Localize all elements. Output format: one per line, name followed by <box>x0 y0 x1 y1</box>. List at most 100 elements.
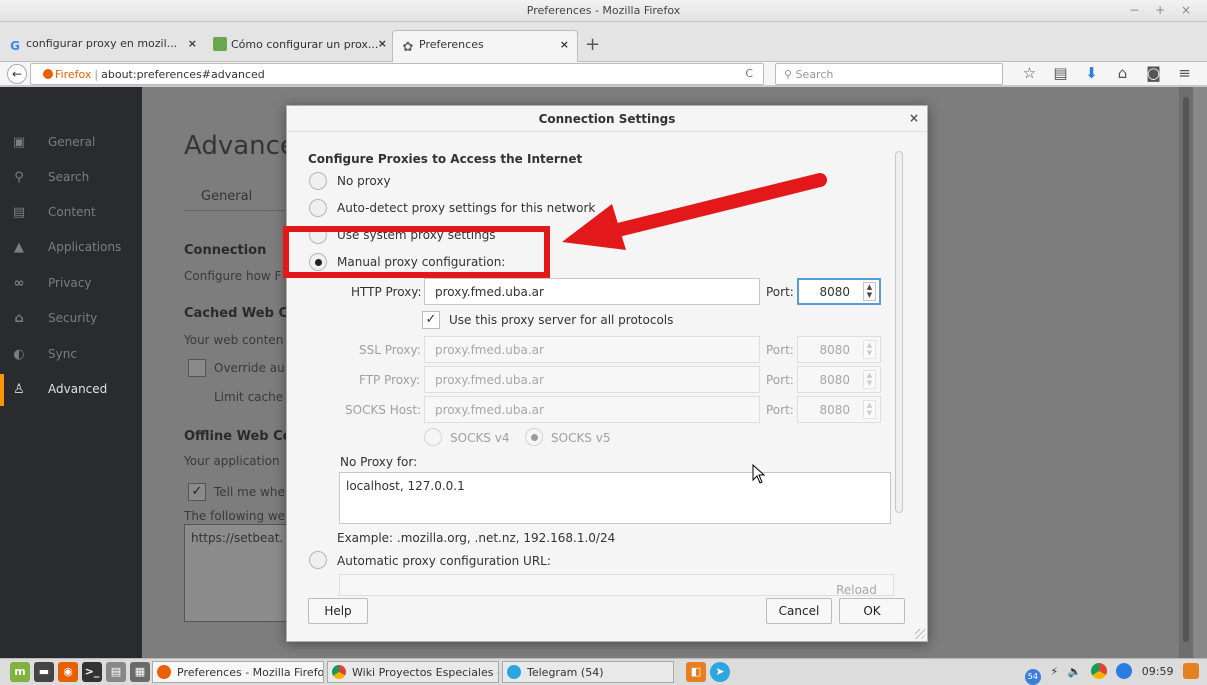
cancel-button[interactable]: Cancel <box>766 598 832 624</box>
tab-label: configurar proxy en mozil... <box>26 37 178 50</box>
sidebar-item-security[interactable]: ⌂ Security <box>0 303 142 335</box>
tab-google-search[interactable]: Gconfigurar proxy en mozil... × <box>0 30 205 62</box>
auto-detect-radio[interactable] <box>309 199 327 217</box>
offline-text: Your application <box>184 454 280 468</box>
override-checkbox[interactable] <box>188 359 206 377</box>
socks-v5-radio[interactable] <box>525 428 543 446</box>
general-icon: ▣ <box>12 135 26 150</box>
ok-button[interactable]: OK <box>839 598 905 624</box>
port-stepper[interactable]: ▲ ▼ <box>863 282 876 301</box>
sidebar-item-general[interactable]: ▣ General <box>0 127 142 159</box>
http-proxy-input[interactable]: proxy.fmed.uba.ar <box>424 278 760 305</box>
tab-general[interactable]: General <box>184 175 287 211</box>
help-button[interactable]: Help <box>308 598 368 624</box>
tab-como-configurar[interactable]: Cómo configurar un prox... × <box>205 30 395 62</box>
taskbar-task-chrome[interactable]: Wiki Proyectos Especiales - p... <box>327 661 499 683</box>
dialog-scrollbar[interactable] <box>895 151 903 513</box>
new-tab-button[interactable]: + <box>585 34 600 55</box>
pac-url-input[interactable] <box>339 574 894 596</box>
home-icon[interactable]: ⌂ <box>1107 64 1138 82</box>
http-port-input[interactable]: 8080 ▲ ▼ <box>797 278 881 305</box>
sidebar-item-applications[interactable]: ▲ Applications <box>0 232 142 264</box>
cached-heading: Cached Web Co <box>184 306 297 321</box>
same-proxy-checkbox[interactable]: ✓ <box>422 311 440 329</box>
page-scrollbar[interactable] <box>1179 87 1193 658</box>
telegram-icon <box>507 665 521 679</box>
url-bar[interactable]: Firefox | about:preferences#advanced C <box>30 63 764 85</box>
app-tray-icon[interactable] <box>1183 663 1199 679</box>
no-proxy-for-input[interactable]: localhost, 127.0.0.1 <box>339 472 891 524</box>
ftp-proxy-input[interactable]: proxy.fmed.uba.ar <box>424 366 760 393</box>
port-stepper[interactable]: ▲ ▼ <box>863 340 876 359</box>
google-icon: G <box>10 39 20 53</box>
close-icon[interactable]: × <box>909 111 919 125</box>
star-icon[interactable]: ☆ <box>1014 64 1045 82</box>
notification-badge[interactable]: 54 <box>1024 669 1041 685</box>
firefox-icon <box>157 665 171 679</box>
sidebar-item-search[interactable]: ⚲ Search <box>0 162 142 194</box>
menu-launcher-icon[interactable]: m <box>10 662 30 682</box>
socks-port-label: Port: <box>766 403 794 417</box>
chrome-tray-icon[interactable] <box>1090 663 1107 679</box>
reload-icon[interactable]: C <box>745 67 753 80</box>
tell-me-checkbox[interactable]: ✓ <box>188 483 206 501</box>
system-tray: 54 ⚡ 🔈 09:59 <box>1019 663 1199 685</box>
show-desktop-icon[interactable]: ▬ <box>34 662 54 682</box>
ssl-proxy-input[interactable]: proxy.fmed.uba.ar <box>424 336 760 363</box>
running-app-icon[interactable]: ◧ <box>686 662 706 682</box>
socks-v5-label: SOCKS v5 <box>551 431 611 445</box>
no-proxy-radio[interactable] <box>309 172 327 190</box>
automatic-proxy-url-radio[interactable] <box>309 551 327 569</box>
pocket-icon[interactable]: ◙ <box>1138 64 1169 82</box>
ssl-port-label: Port: <box>766 343 794 357</box>
terminal-icon[interactable]: >_ <box>82 662 102 682</box>
applications-icon: ▲ <box>14 240 24 255</box>
search-input[interactable]: ⚲ Search <box>775 63 1003 85</box>
window-titlebar: Preferences - Mozilla Firefox − + × <box>0 0 1207 22</box>
port-stepper[interactable]: ▲ ▼ <box>863 400 876 419</box>
taskbar-task-firefox[interactable]: Preferences - Mozilla Firefox <box>152 661 324 683</box>
offline-heading: Offline Web Co <box>184 429 292 444</box>
tab-close-icon[interactable]: × <box>378 37 387 50</box>
connection-heading: Connection <box>184 243 267 258</box>
http-port-label: Port: <box>766 285 794 299</box>
taskbar-task-telegram[interactable]: Telegram (54) <box>502 661 674 683</box>
port-stepper[interactable]: ▲ ▼ <box>863 370 876 389</box>
tab-close-icon[interactable]: × <box>560 38 569 51</box>
reload-button[interactable]: Reload <box>824 580 889 600</box>
network-icon[interactable]: ⚡ <box>1050 665 1058 678</box>
menu-icon[interactable]: ≡ <box>1169 64 1200 82</box>
download-icon[interactable]: ⬇ <box>1076 64 1107 82</box>
tab-preferences[interactable]: ✿ Preferences × <box>392 30 578 62</box>
os-taskbar: m ▬ ◉ >_ ▤ ▦ Preferences - Mozilla Firef… <box>0 658 1207 685</box>
workspace-icon[interactable]: ▦ <box>130 662 150 682</box>
sync-icon: ◐ <box>13 347 25 362</box>
example-text: Example: .mozilla.org, .net.nz, 192.168.… <box>337 531 616 545</box>
tab-bar: Gconfigurar proxy en mozil... × Cómo con… <box>0 22 1207 62</box>
socks-port-input[interactable]: 8080 ▲ ▼ <box>797 396 881 423</box>
tab-close-icon[interactable]: × <box>188 37 197 50</box>
section-heading: Configure Proxies to Access the Internet <box>308 152 583 166</box>
firefox-launcher-icon[interactable]: ◉ <box>58 662 78 682</box>
clock[interactable]: 09:59 <box>1142 665 1174 678</box>
ssl-port-input[interactable]: 8080 ▲ ▼ <box>797 336 881 363</box>
files-icon[interactable]: ▤ <box>106 662 126 682</box>
site-entry: https://setbeat. <box>191 531 284 545</box>
sidebar-item-content[interactable]: ▤ Content <box>0 197 142 229</box>
window-controls[interactable]: − + × <box>1129 3 1197 17</box>
dialog-title: Connection Settings <box>538 112 676 126</box>
socks-v4-radio[interactable] <box>424 428 442 446</box>
sidebar-item-sync[interactable]: ◐ Sync <box>0 339 142 371</box>
volume-icon[interactable]: 🔈 <box>1068 665 1082 678</box>
update-icon[interactable] <box>1116 663 1133 679</box>
socks-host-input[interactable]: proxy.fmed.uba.ar <box>424 396 760 423</box>
ftp-port-input[interactable]: 8080 ▲ ▼ <box>797 366 881 393</box>
telegram-tray-icon[interactable]: ➤ <box>710 662 730 682</box>
sidebar-item-advanced[interactable]: ♙ Advanced <box>0 374 142 406</box>
sidebar-item-privacy[interactable]: ∞ Privacy <box>0 268 142 300</box>
bookmarks-icon[interactable]: ▤ <box>1045 64 1076 82</box>
resize-grip[interactable] <box>915 629 925 639</box>
back-button[interactable]: ← <box>7 64 27 84</box>
ftp-proxy-label: FTP Proxy: <box>359 373 421 387</box>
same-proxy-label: Use this proxy server for all protocols <box>449 313 674 327</box>
